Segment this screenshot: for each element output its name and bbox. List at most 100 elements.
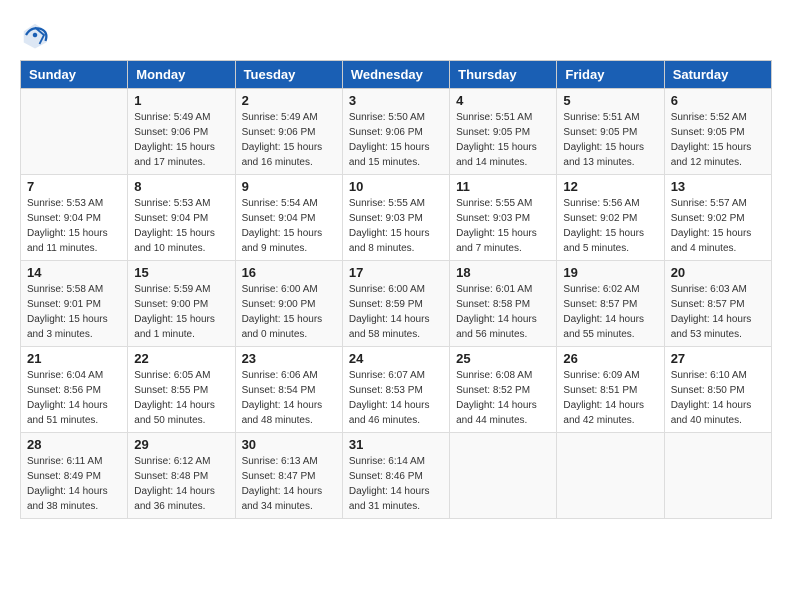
weekday-header-monday: Monday [128, 61, 235, 89]
weekday-header-thursday: Thursday [450, 61, 557, 89]
calendar-cell [557, 433, 664, 519]
calendar-cell: 11 Sunrise: 5:55 AMSunset: 9:03 PMDayligh… [450, 175, 557, 261]
day-number: 2 [242, 93, 336, 108]
weekday-header-wednesday: Wednesday [342, 61, 449, 89]
calendar-cell: 31 Sunrise: 6:14 AMSunset: 8:46 PMDayligh… [342, 433, 449, 519]
calendar-week-row: 7Sunrise: 5:53 AMSunset: 9:04 PMDaylight… [21, 175, 772, 261]
calendar-cell: 3Sunrise: 5:50 AMSunset: 9:06 PMDaylight… [342, 89, 449, 175]
day-info: Sunrise: 5:53 AMSunset: 9:04 PMDaylight:… [134, 196, 228, 256]
day-info: Sunrise: 5:57 AMSunset: 9:02 PMDaylight:… [671, 196, 765, 256]
calendar-cell: 6 Sunrise: 5:52 AMSunset: 9:05 PMDaylight… [664, 89, 771, 175]
day-info: Sunrise: 5:55 AMSunset: 9:03 PMDaylight:… [456, 196, 550, 256]
weekday-header-friday: Friday [557, 61, 664, 89]
calendar-cell: 13 Sunrise: 5:57 AMSunset: 9:02 PMDayligh… [664, 175, 771, 261]
calendar-cell: 24Sunrise: 6:07 AMSunset: 8:53 PMDayligh… [342, 347, 449, 433]
calendar-cell: 15 Sunrise: 5:59 AMSunset: 9:00 PMDayligh… [128, 261, 235, 347]
day-info: Sunrise: 6:00 AMSunset: 9:00 PMDaylight:… [242, 282, 336, 342]
day-number: 11 [456, 179, 550, 194]
weekday-header-tuesday: Tuesday [235, 61, 342, 89]
day-info: Sunrise: 5:49 AMSunset: 9:06 PMDaylight:… [242, 110, 336, 170]
day-number: 6 [671, 93, 765, 108]
calendar-week-row: 28Sunrise: 6:11 AMSunset: 8:49 PMDayligh… [21, 433, 772, 519]
day-info: Sunrise: 6:11 AMSunset: 8:49 PMDaylight:… [27, 454, 121, 514]
day-info: Sunrise: 5:51 AMSunset: 9:05 PMDaylight:… [563, 110, 657, 170]
day-info: Sunrise: 6:08 AMSunset: 8:52 PMDaylight:… [456, 368, 550, 428]
day-info: Sunrise: 6:02 AMSunset: 8:57 PMDaylight:… [563, 282, 657, 342]
day-number: 12 [563, 179, 657, 194]
weekday-header-sunday: Sunday [21, 61, 128, 89]
day-info: Sunrise: 6:09 AMSunset: 8:51 PMDaylight:… [563, 368, 657, 428]
calendar-cell: 10 Sunrise: 5:55 AMSunset: 9:03 PMDayligh… [342, 175, 449, 261]
calendar-cell: 30 Sunrise: 6:13 AMSunset: 8:47 PMDayligh… [235, 433, 342, 519]
calendar-cell: 22 Sunrise: 6:05 AMSunset: 8:55 PMDayligh… [128, 347, 235, 433]
day-info: Sunrise: 6:07 AMSunset: 8:53 PMDaylight:… [349, 368, 443, 428]
calendar-cell: 17Sunrise: 6:00 AMSunset: 8:59 PMDayligh… [342, 261, 449, 347]
calendar-week-row: 14 Sunrise: 5:58 AMSunset: 9:01 PMDayligh… [21, 261, 772, 347]
calendar-cell: 14 Sunrise: 5:58 AMSunset: 9:01 PMDayligh… [21, 261, 128, 347]
day-info: Sunrise: 6:03 AMSunset: 8:57 PMDaylight:… [671, 282, 765, 342]
calendar-cell: 20 Sunrise: 6:03 AMSunset: 8:57 PMDayligh… [664, 261, 771, 347]
day-number: 27 [671, 351, 765, 366]
day-info: Sunrise: 5:56 AMSunset: 9:02 PMDaylight:… [563, 196, 657, 256]
day-number: 20 [671, 265, 765, 280]
calendar-cell: 26Sunrise: 6:09 AMSunset: 8:51 PMDayligh… [557, 347, 664, 433]
day-number: 17 [349, 265, 443, 280]
calendar-cell: 27 Sunrise: 6:10 AMSunset: 8:50 PMDayligh… [664, 347, 771, 433]
day-info: Sunrise: 6:06 AMSunset: 8:54 PMDaylight:… [242, 368, 336, 428]
calendar-cell [664, 433, 771, 519]
calendar-cell: 5 Sunrise: 5:51 AMSunset: 9:05 PMDaylight… [557, 89, 664, 175]
day-number: 9 [242, 179, 336, 194]
day-info: Sunrise: 5:59 AMSunset: 9:00 PMDaylight:… [134, 282, 228, 342]
day-number: 29 [134, 437, 228, 452]
calendar-cell: 28Sunrise: 6:11 AMSunset: 8:49 PMDayligh… [21, 433, 128, 519]
day-info: Sunrise: 6:05 AMSunset: 8:55 PMDaylight:… [134, 368, 228, 428]
calendar-cell: 1Sunrise: 5:49 AMSunset: 9:06 PMDaylight… [128, 89, 235, 175]
calendar-cell: 19 Sunrise: 6:02 AMSunset: 8:57 PMDayligh… [557, 261, 664, 347]
day-number: 23 [242, 351, 336, 366]
calendar-cell: 29Sunrise: 6:12 AMSunset: 8:48 PMDayligh… [128, 433, 235, 519]
calendar-header-row: SundayMondayTuesdayWednesdayThursdayFrid… [21, 61, 772, 89]
calendar-cell [21, 89, 128, 175]
day-number: 10 [349, 179, 443, 194]
day-number: 18 [456, 265, 550, 280]
day-info: Sunrise: 5:50 AMSunset: 9:06 PMDaylight:… [349, 110, 443, 170]
page-header [20, 20, 772, 50]
calendar-cell: 18Sunrise: 6:01 AMSunset: 8:58 PMDayligh… [450, 261, 557, 347]
calendar-table: SundayMondayTuesdayWednesdayThursdayFrid… [20, 60, 772, 519]
day-info: Sunrise: 5:53 AMSunset: 9:04 PMDaylight:… [27, 196, 121, 256]
calendar-cell: 2 Sunrise: 5:49 AMSunset: 9:06 PMDaylight… [235, 89, 342, 175]
day-info: Sunrise: 6:13 AMSunset: 8:47 PMDaylight:… [242, 454, 336, 514]
day-number: 13 [671, 179, 765, 194]
day-info: Sunrise: 6:10 AMSunset: 8:50 PMDaylight:… [671, 368, 765, 428]
day-info: Sunrise: 5:54 AMSunset: 9:04 PMDaylight:… [242, 196, 336, 256]
day-info: Sunrise: 5:51 AMSunset: 9:05 PMDaylight:… [456, 110, 550, 170]
day-number: 19 [563, 265, 657, 280]
calendar-week-row: 21Sunrise: 6:04 AMSunset: 8:56 PMDayligh… [21, 347, 772, 433]
logo [20, 20, 52, 50]
day-number: 5 [563, 93, 657, 108]
day-info: Sunrise: 5:52 AMSunset: 9:05 PMDaylight:… [671, 110, 765, 170]
day-number: 8 [134, 179, 228, 194]
general-blue-logo-icon [20, 20, 50, 50]
day-number: 31 [349, 437, 443, 452]
day-info: Sunrise: 5:55 AMSunset: 9:03 PMDaylight:… [349, 196, 443, 256]
calendar-cell: 12 Sunrise: 5:56 AMSunset: 9:02 PMDayligh… [557, 175, 664, 261]
calendar-cell: 16Sunrise: 6:00 AMSunset: 9:00 PMDayligh… [235, 261, 342, 347]
day-number: 14 [27, 265, 121, 280]
weekday-header-saturday: Saturday [664, 61, 771, 89]
calendar-cell: 23 Sunrise: 6:06 AMSunset: 8:54 PMDayligh… [235, 347, 342, 433]
day-number: 22 [134, 351, 228, 366]
day-info: Sunrise: 5:58 AMSunset: 9:01 PMDaylight:… [27, 282, 121, 342]
day-number: 30 [242, 437, 336, 452]
day-number: 15 [134, 265, 228, 280]
day-info: Sunrise: 6:04 AMSunset: 8:56 PMDaylight:… [27, 368, 121, 428]
calendar-cell: 9 Sunrise: 5:54 AMSunset: 9:04 PMDaylight… [235, 175, 342, 261]
calendar-week-row: 1Sunrise: 5:49 AMSunset: 9:06 PMDaylight… [21, 89, 772, 175]
calendar-cell: 7Sunrise: 5:53 AMSunset: 9:04 PMDaylight… [21, 175, 128, 261]
day-info: Sunrise: 5:49 AMSunset: 9:06 PMDaylight:… [134, 110, 228, 170]
calendar-cell: 8 Sunrise: 5:53 AMSunset: 9:04 PMDaylight… [128, 175, 235, 261]
day-number: 25 [456, 351, 550, 366]
day-info: Sunrise: 6:14 AMSunset: 8:46 PMDaylight:… [349, 454, 443, 514]
day-number: 4 [456, 93, 550, 108]
calendar-cell [450, 433, 557, 519]
